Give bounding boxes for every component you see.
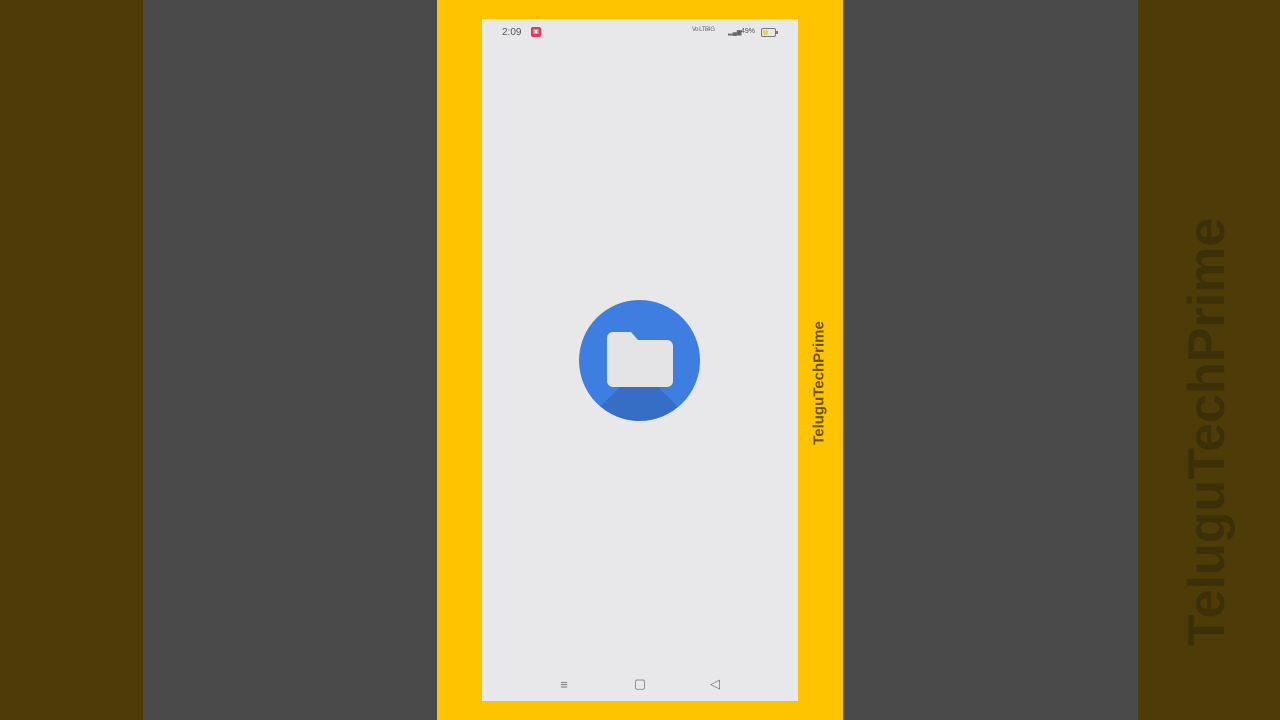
watermark-large: TeluguTechPrime — [1178, 217, 1236, 647]
battery-fill — [763, 30, 769, 35]
left-gray-panel — [143, 0, 437, 720]
volte-icon: Vo LTE — [692, 27, 709, 33]
right-gray-panel — [843, 0, 1138, 720]
status-time: 2:09 — [502, 27, 522, 38]
back-icon[interactable]: ◁ — [705, 674, 725, 694]
battery-tip — [776, 31, 778, 34]
folder-icon — [607, 332, 673, 387]
phone-screen: 2:09 ▣ Vo LTE 4G ▂▄▆ 49% ≡ ▢ ◁ — [482, 19, 798, 701]
battery-icon — [761, 28, 776, 37]
menu-icon[interactable]: ≡ — [554, 674, 574, 694]
status-bar: 2:09 ▣ Vo LTE 4G ▂▄▆ 49% — [482, 19, 798, 45]
navigation-bar: ≡ ▢ ◁ — [482, 664, 798, 701]
watermark-small: TeluguTechPrime — [810, 321, 828, 445]
home-icon[interactable]: ▢ — [630, 674, 650, 694]
battery-percent: 49% — [741, 28, 756, 35]
network-type-icon: 4G — [707, 27, 716, 33]
signal-bars-icon: ▂▄▆ — [728, 30, 742, 36]
notification-icon: ▣ — [531, 27, 541, 37]
left-dark-border — [0, 0, 143, 720]
files-app-icon[interactable] — [579, 300, 700, 421]
